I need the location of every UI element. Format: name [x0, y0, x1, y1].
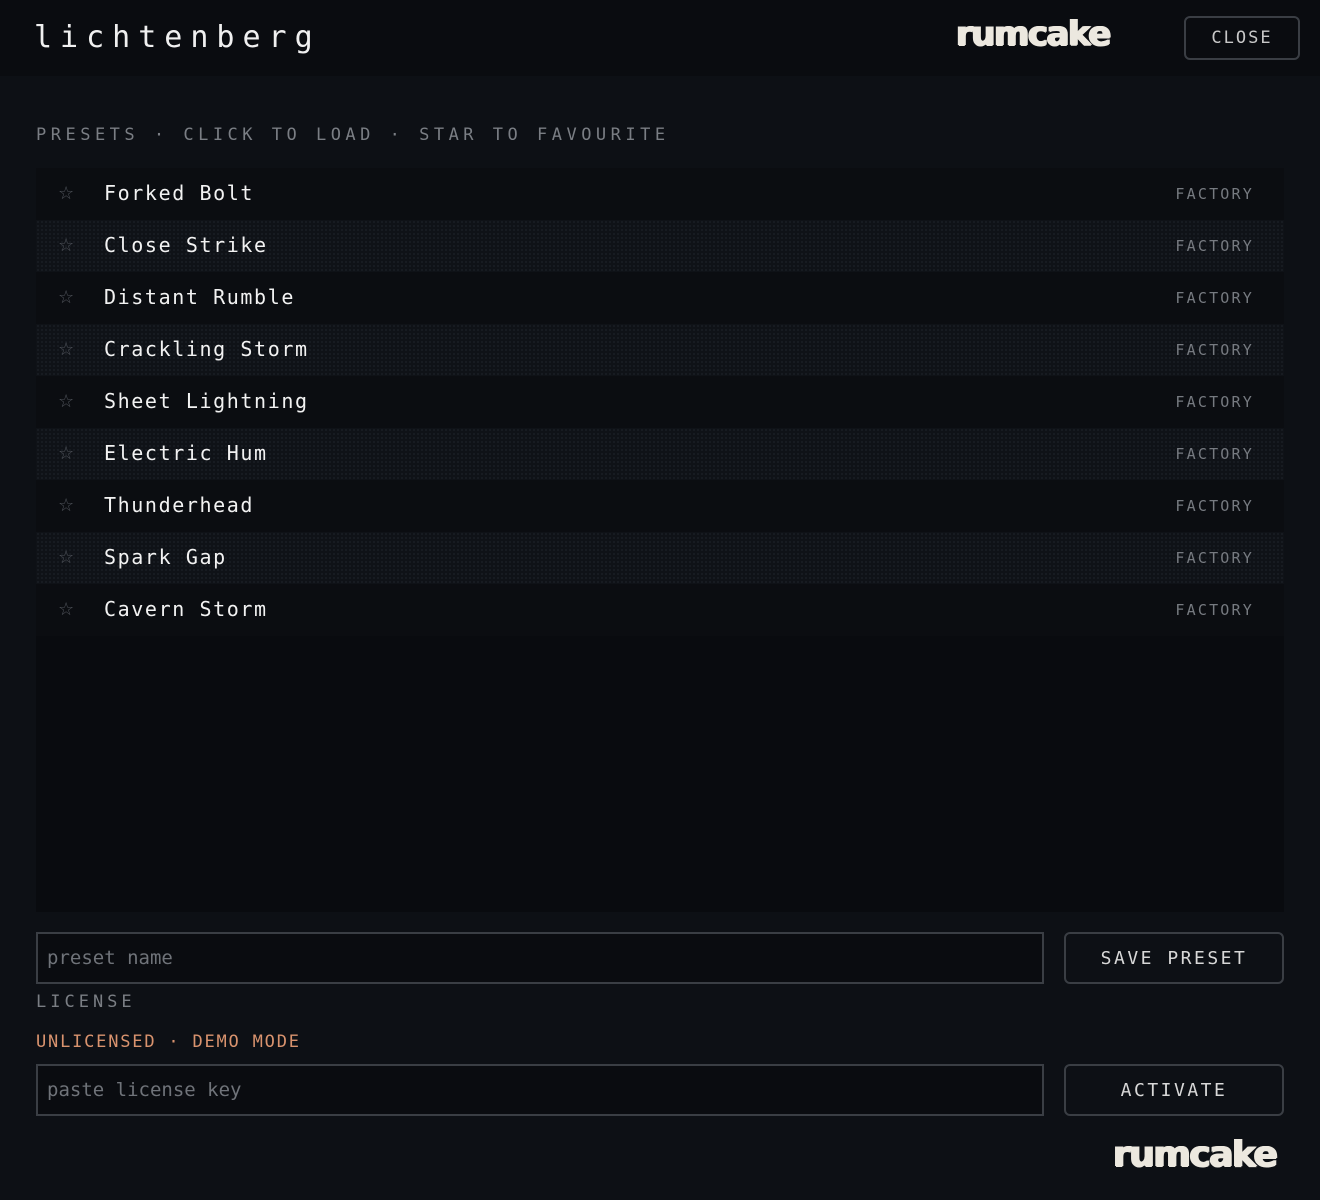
- star-icon[interactable]: ☆: [58, 339, 74, 361]
- close-button[interactable]: CLOSE: [1184, 16, 1300, 60]
- preset-row[interactable]: ☆ Thunderhead FACTORY: [36, 480, 1284, 532]
- preset-row[interactable]: ☆ Distant Rumble FACTORY: [36, 272, 1284, 324]
- license-label: LICENSE: [36, 992, 136, 1012]
- preset-tag: FACTORY: [1175, 601, 1254, 619]
- preset-tag: FACTORY: [1175, 497, 1254, 515]
- preset-tag: FACTORY: [1175, 289, 1254, 307]
- preset-row[interactable]: ☆ Electric Hum FACTORY: [36, 428, 1284, 480]
- preset-list[interactable]: ☆ Forked Bolt FACTORY ☆ Close Strike FAC…: [36, 168, 1284, 912]
- save-preset-button[interactable]: SAVE PRESET: [1064, 932, 1284, 984]
- preset-name: Sheet Lightning: [104, 389, 309, 413]
- preset-tag: FACTORY: [1175, 549, 1254, 567]
- preset-name: Electric Hum: [104, 441, 268, 465]
- top-bar: lichtenberg rumcake CLOSE: [0, 0, 1320, 76]
- footer-brand-logo: rumcake: [1113, 1134, 1278, 1175]
- license-status: UNLICENSED · DEMO MODE: [36, 1032, 301, 1052]
- presets-section-label: PRESETS · CLICK TO LOAD · STAR TO FAVOUR…: [36, 125, 670, 145]
- star-icon[interactable]: ☆: [58, 443, 74, 465]
- star-icon[interactable]: ☆: [58, 391, 74, 413]
- preset-row[interactable]: ☆ Close Strike FACTORY: [36, 220, 1284, 272]
- preset-name: Distant Rumble: [104, 285, 295, 309]
- brand-logo: rumcake: [956, 14, 1111, 54]
- star-icon[interactable]: ☆: [58, 547, 74, 569]
- star-icon[interactable]: ☆: [58, 183, 74, 205]
- star-icon[interactable]: ☆: [58, 235, 74, 257]
- preset-row[interactable]: ☆ Sheet Lightning FACTORY: [36, 376, 1284, 428]
- preset-name: Cavern Storm: [104, 597, 268, 621]
- star-icon[interactable]: ☆: [58, 495, 74, 517]
- preset-name: Thunderhead: [104, 493, 255, 517]
- license-key-input[interactable]: [36, 1064, 1044, 1116]
- preset-name-input[interactable]: [36, 932, 1044, 984]
- preset-tag: FACTORY: [1175, 445, 1254, 463]
- preset-name: Close Strike: [104, 233, 268, 257]
- app-title: lichtenberg: [34, 20, 321, 55]
- star-icon[interactable]: ☆: [58, 599, 74, 621]
- preset-tag: FACTORY: [1175, 237, 1254, 255]
- preset-tag: FACTORY: [1175, 185, 1254, 203]
- preset-name: Crackling Storm: [104, 337, 309, 361]
- star-icon[interactable]: ☆: [58, 287, 74, 309]
- preset-tag: FACTORY: [1175, 341, 1254, 359]
- preset-name: Spark Gap: [104, 545, 227, 569]
- preset-row[interactable]: ☆ Crackling Storm FACTORY: [36, 324, 1284, 376]
- preset-row[interactable]: ☆ Spark Gap FACTORY: [36, 532, 1284, 584]
- preset-name: Forked Bolt: [104, 181, 255, 205]
- preset-tag: FACTORY: [1175, 393, 1254, 411]
- preset-row[interactable]: ☆ Cavern Storm FACTORY: [36, 584, 1284, 636]
- activate-button[interactable]: ACTIVATE: [1064, 1064, 1284, 1116]
- preset-row[interactable]: ☆ Forked Bolt FACTORY: [36, 168, 1284, 220]
